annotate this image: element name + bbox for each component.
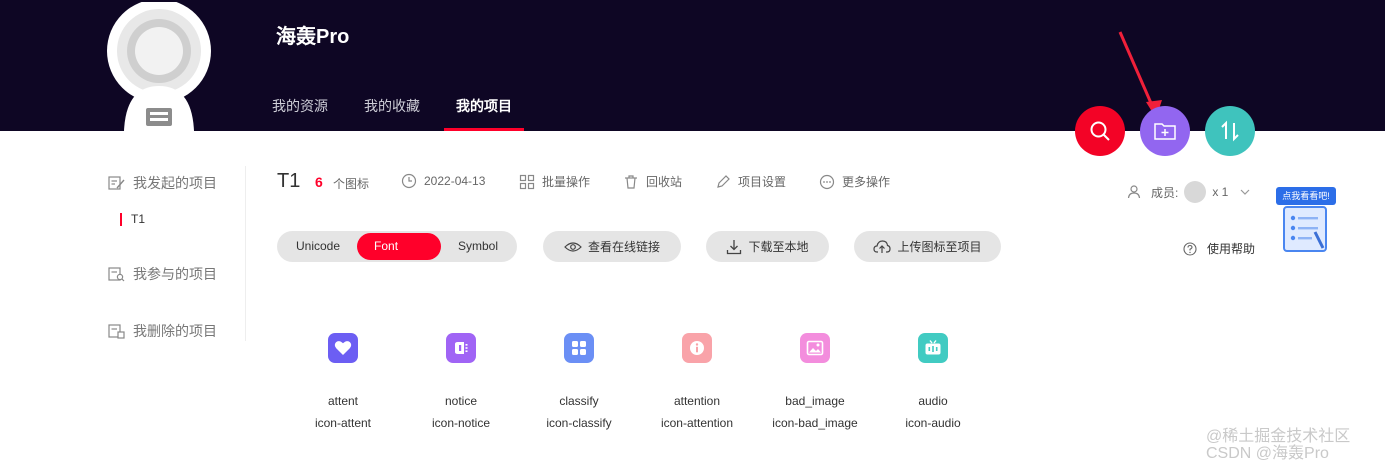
project-title: T1	[277, 170, 301, 192]
clock-icon	[401, 173, 417, 189]
sidebar-item-deleted[interactable]: 我删除的项目	[108, 321, 217, 341]
icon-name: bad_image	[785, 394, 845, 408]
download-label: 下载至本地	[748, 240, 809, 254]
brand-title: 海轰Pro	[276, 26, 350, 48]
recycle-bin-label: 回收站	[646, 175, 683, 189]
batch-operation-button[interactable]: 批量操作	[519, 173, 590, 190]
help-link[interactable]: 使用帮助	[1183, 240, 1255, 257]
more-icon	[819, 174, 835, 189]
sidebar-item-label: 我删除的项目	[133, 323, 217, 339]
main-nav: 我的资源 我的收藏 我的项目	[260, 92, 536, 131]
project-date-text: 2022-04-13	[424, 174, 486, 188]
cloud-upload-icon	[873, 239, 892, 253]
icon-name: attent	[327, 394, 359, 408]
project-settings-label: 项目设置	[738, 175, 787, 189]
sort-button[interactable]	[1205, 106, 1255, 156]
download-button[interactable]: 下载至本地	[706, 231, 829, 262]
sidebar-item-participated[interactable]: 我参与的项目	[108, 264, 217, 284]
nav-my-resources[interactable]: 我的资源	[260, 92, 340, 131]
icon-name: notice	[444, 394, 478, 408]
icon-card-attent[interactable]: attent icon-attent	[284, 333, 402, 430]
edit-document-icon	[108, 176, 125, 190]
more-operations-label: 更多操作	[842, 175, 891, 189]
icon-count-label: 个图标	[333, 177, 370, 191]
recycle-bin-button[interactable]: 回收站	[623, 173, 682, 190]
sidebar-item-initiated[interactable]: 我发起的项目	[108, 173, 217, 193]
view-online-link-label: 查看在线链接	[587, 240, 660, 254]
pencil-icon	[717, 174, 730, 188]
sidebar-item-label: 我发起的项目	[133, 175, 217, 191]
icon-class-name: icon-classify	[546, 416, 612, 430]
watermark-line-1: @稀土掘金技术社区	[1206, 428, 1351, 445]
view-online-link-button[interactable]: 查看在线链接	[543, 231, 681, 262]
project-date: 2022-04-13	[401, 173, 485, 189]
tab-symbol[interactable]: Symbol	[441, 233, 515, 260]
icon-card-notice[interactable]: notice icon-notice	[402, 333, 520, 430]
sidebar-item-label: 我参与的项目	[133, 266, 217, 282]
grid-icon	[519, 174, 535, 189]
sidebar-project-t1[interactable]: T1	[120, 212, 145, 226]
avatar[interactable]	[106, 2, 212, 131]
floating-guide-badge: 点我看看吧!	[1276, 187, 1336, 205]
sidebar: 我发起的项目 T1 我参与的项目 我删除的项目	[104, 166, 246, 341]
sort-icon	[1221, 120, 1239, 142]
icon-card-attention[interactable]: attention icon-attention	[638, 333, 756, 430]
upload-icons-label: 上传图标至项目	[897, 240, 982, 254]
icon-card-audio[interactable]: audio icon-audio	[874, 333, 992, 430]
icon-class-name: icon-attent	[314, 416, 372, 430]
search-document-icon	[108, 267, 125, 282]
nav-my-projects[interactable]: 我的项目	[444, 92, 524, 131]
nav-my-favorites[interactable]: 我的收藏	[352, 92, 432, 131]
members-dropdown[interactable]: 成员: x 1	[1127, 181, 1250, 203]
icon-class-name: icon-bad_image	[772, 416, 858, 430]
notice-icon	[446, 333, 476, 363]
classify-icon	[564, 333, 594, 363]
attent-icon	[328, 333, 358, 363]
tab-unicode[interactable]: Unicode	[279, 233, 357, 260]
audio-icon	[918, 333, 948, 363]
members-label: 成员:	[1151, 185, 1179, 200]
watermark-line-2: CSDN @海轰Pro	[1206, 445, 1329, 462]
tab-font-class[interactable]: Font class	[357, 233, 441, 280]
question-icon	[1183, 241, 1197, 256]
search-icon	[1090, 121, 1110, 141]
help-label: 使用帮助	[1207, 242, 1256, 256]
sidebar-sub-label: T1	[131, 212, 146, 226]
project-settings-button[interactable]: 项目设置	[715, 173, 786, 190]
eye-icon	[564, 241, 582, 252]
icon-card-classify[interactable]: classify icon-classify	[520, 333, 638, 430]
upload-icons-button[interactable]: 上传图标至项目	[854, 231, 1001, 262]
members-count: x 1	[1212, 185, 1229, 199]
icon-name: audio	[918, 394, 948, 408]
add-folder-button[interactable]	[1140, 106, 1190, 156]
watermark: @稀土掘金技术社区 CSDN @海轰Pro	[1206, 428, 1350, 462]
members-icon	[1127, 185, 1141, 199]
icon-class-name: icon-attention	[660, 416, 734, 430]
trash-icon	[625, 174, 637, 189]
search-button[interactable]	[1075, 106, 1125, 156]
icon-class-name: icon-audio	[905, 416, 961, 430]
icon-name: classify	[559, 394, 599, 408]
active-marker	[120, 212, 122, 226]
deleted-document-icon	[108, 324, 125, 339]
floating-guide-widget[interactable]: 点我看看吧!	[1275, 187, 1337, 253]
icon-card-bad-image[interactable]: bad_image icon-bad_image	[756, 333, 874, 430]
icon-count: 6	[315, 174, 323, 190]
download-icon	[727, 239, 742, 254]
chevron-down-icon	[1240, 189, 1250, 195]
checklist-icon	[1283, 206, 1327, 252]
folder-plus-icon	[1154, 123, 1176, 140]
batch-operation-label: 批量操作	[542, 175, 591, 189]
icon-class-name: icon-notice	[431, 416, 491, 430]
bad-image-icon	[800, 333, 830, 363]
attention-icon	[682, 333, 712, 363]
code-type-tabs: Unicode Font class Symbol	[277, 231, 517, 280]
icon-name: attention	[673, 394, 721, 408]
more-operations-button[interactable]: 更多操作	[819, 173, 890, 190]
member-avatar	[1184, 181, 1207, 203]
